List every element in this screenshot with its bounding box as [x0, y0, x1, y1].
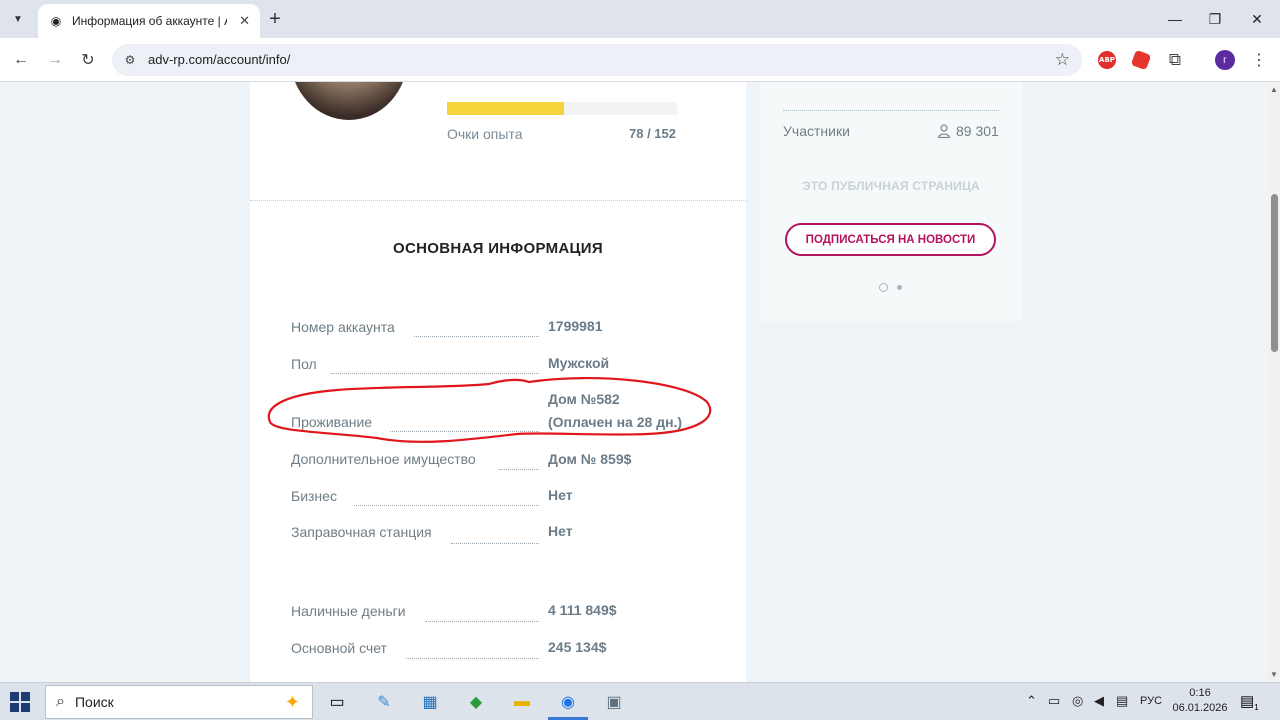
search-icon: ⌕: [56, 693, 65, 710]
info-value: 245 134$: [548, 639, 607, 655]
reload-button[interactable]: ↻: [75, 47, 101, 73]
taskbar-search-box[interactable]: ⌕ Поиск ✦: [45, 685, 313, 719]
clock-time: 0:16: [1189, 687, 1211, 699]
user-avatar-photo: [290, 82, 408, 120]
bookmark-star-icon[interactable]: ☆: [1055, 50, 1070, 70]
adblock-extension-icon[interactable]: ABP: [1096, 49, 1118, 71]
scroll-down-arrow-icon[interactable]: ▼: [1270, 670, 1278, 679]
community-sidebar: Участники 89 301 ЭТО ПУБЛИЧНАЯ СТРАНИЦА …: [760, 82, 1022, 321]
info-value: Дом № 859$: [548, 451, 632, 467]
xp-progress-bar: [447, 102, 677, 115]
browser-toolbar: ← → ↻ ⚙ adv-rp.com/account/info/ ☆ ABP ⧉…: [0, 38, 1280, 82]
search-placeholder: Поиск: [74, 694, 114, 710]
profile-initial: г: [1215, 50, 1235, 70]
subscribe-news-button[interactable]: ПОДПИСАТЬСЯ НА НОВОСТИ: [785, 223, 996, 256]
tab-close-icon[interactable]: ✕: [239, 13, 250, 29]
site-settings-icon[interactable]: ⚙: [122, 52, 138, 68]
profile-avatar-button[interactable]: г: [1214, 49, 1236, 71]
members-label: Участники: [783, 123, 850, 139]
tab-search-chevron-icon[interactable]: ▼: [6, 7, 30, 31]
new-tab-button[interactable]: +: [264, 8, 286, 30]
info-label: Наличные деньги: [291, 603, 406, 619]
section-title: ОСНОВНАЯ ИНФОРМАЦИЯ: [393, 240, 603, 257]
info-value: Нет: [548, 487, 573, 503]
info-value-line1: Дом №582: [548, 391, 620, 407]
sidebar-divider: [783, 110, 999, 111]
brand-mark-icon: [815, 82, 831, 86]
carousel-dot-active[interactable]: [879, 283, 888, 292]
clock-date: 06.01.2026: [1172, 702, 1228, 714]
chrome-app-icon[interactable]: ◉: [555, 689, 581, 715]
xp-value: 78 / 152: [629, 126, 676, 141]
info-label: Заправочная станция: [291, 524, 432, 540]
scrollbar-thumb[interactable]: [1271, 194, 1278, 352]
file-explorer-icon[interactable]: ▬: [509, 689, 535, 715]
members-count: 89 301: [956, 123, 999, 139]
tab-bar: ▼ ◉ Информация об аккаунте | Ad ✕ + — ❐ …: [0, 0, 1280, 38]
info-label: Бизнес: [291, 488, 337, 504]
info-value: Нет: [548, 523, 573, 539]
active-tab[interactable]: ◉ Информация об аккаунте | Ad ✕: [38, 4, 260, 38]
image-viewer-app-icon[interactable]: ▣: [601, 689, 627, 715]
windows-taskbar: ⌕ Поиск ✦ ▭ ✎ ▦ ◆ ▬ ◉ ▣ ⌃ ▭ ◎ ◀ ▤ РУС 0:…: [0, 682, 1280, 720]
site-favicon-icon: ◉: [50, 14, 62, 28]
forward-button[interactable]: →: [42, 47, 68, 73]
address-bar[interactable]: ⚙ adv-rp.com/account/info/ ☆: [112, 44, 1082, 76]
extensions-puzzle-icon[interactable]: ⧉: [1164, 49, 1186, 71]
back-button[interactable]: ←: [8, 47, 34, 73]
user-icon: [937, 124, 951, 139]
xp-progress-fill: [447, 102, 565, 115]
taskbar-clock[interactable]: 0:16 06.01.2026: [1170, 686, 1230, 716]
info-label: Номер аккаунта: [291, 319, 395, 335]
battery-icon[interactable]: ▭: [1048, 693, 1060, 709]
volume-icon[interactable]: ◀: [1094, 693, 1104, 709]
input-language[interactable]: РУС: [1140, 695, 1162, 707]
info-value: 1799981: [548, 318, 603, 334]
url-text[interactable]: adv-rp.com/account/info/: [148, 52, 290, 67]
page-scrollbar[interactable]: ▲ ▼: [1268, 82, 1280, 682]
notification-count: 1: [1254, 703, 1259, 712]
adblock-label: ABP: [1098, 51, 1116, 69]
info-value-line2: (Оплачен на 28 дн.): [548, 414, 683, 430]
restore-button[interactable]: ❐: [1192, 0, 1238, 38]
tray-overflow-chevron-icon[interactable]: ⌃: [1026, 693, 1037, 709]
paint-app-icon[interactable]: ✎: [371, 689, 397, 715]
network-icon[interactable]: ▤: [1116, 693, 1128, 709]
copilot-sparkle-icon: ✦: [284, 692, 300, 712]
card-divider: [250, 200, 746, 201]
info-label: Основной счет: [291, 640, 387, 656]
close-window-button[interactable]: ✕: [1234, 0, 1280, 38]
info-label: Проживание: [291, 414, 373, 430]
info-label: Дополнительное имущество: [291, 451, 476, 467]
notification-center-icon[interactable]: ▤1: [1240, 692, 1259, 712]
info-label: Пол: [291, 356, 317, 372]
tab-title: Информация об аккаунте | Ad: [72, 14, 227, 28]
task-view-icon[interactable]: ▭: [324, 689, 350, 715]
page-viewport: Очки опыта 78 / 152 ОСНОВНАЯ ИНФОРМАЦИЯ …: [0, 82, 1268, 682]
xp-label: Очки опыта: [447, 126, 523, 142]
game-app-icon[interactable]: ◆: [463, 689, 489, 715]
red-extension-icon[interactable]: [1130, 49, 1152, 71]
carousel-dot[interactable]: [897, 285, 902, 290]
meet-now-icon[interactable]: ◎: [1072, 693, 1083, 709]
account-card: Очки опыта 78 / 152 ОСНОВНАЯ ИНФОРМАЦИЯ …: [250, 82, 746, 682]
info-value: 4 111 849$: [548, 602, 617, 618]
start-button[interactable]: [10, 692, 30, 712]
public-page-label: ЭТО ПУБЛИЧНАЯ СТРАНИЦА: [802, 179, 980, 193]
calculator-app-icon[interactable]: ▦: [417, 689, 443, 715]
browser-menu-icon[interactable]: ⋮: [1248, 49, 1270, 71]
info-value: Мужской: [548, 355, 610, 371]
scroll-up-arrow-icon[interactable]: ▲: [1270, 85, 1278, 94]
